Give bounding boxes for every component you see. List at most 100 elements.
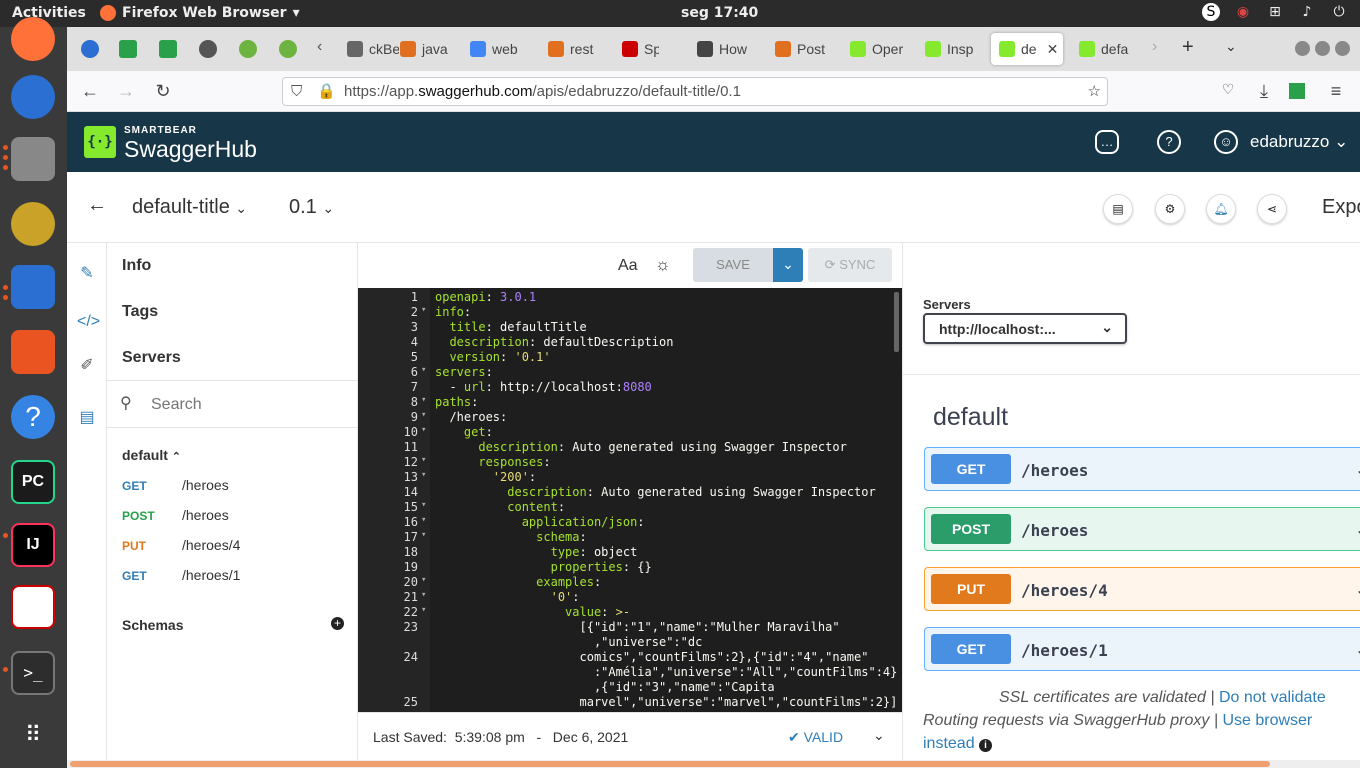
code-line[interactable]: paths:	[435, 395, 478, 409]
minimize-icon[interactable]	[1295, 41, 1310, 56]
fold-toggle-icon[interactable]: ▾	[421, 455, 426, 465]
code-line[interactable]: info:	[435, 305, 471, 319]
nav-op-method[interactable]: PUT	[122, 539, 146, 553]
code-line[interactable]: - url: http://localhost:8080	[435, 380, 651, 394]
instead-link[interactable]: instead	[923, 735, 975, 752]
tab-7[interactable]: Oper	[842, 33, 907, 65]
nav-op-method[interactable]: GET	[122, 479, 147, 493]
pycharm-icon[interactable]: PC	[11, 460, 55, 504]
indicator-icon[interactable]: ◉	[1234, 3, 1252, 21]
code-line[interactable]: responses:	[435, 455, 550, 469]
code-line[interactable]: /heroes:	[435, 410, 507, 424]
pinned-tab-1[interactable]	[81, 40, 99, 58]
export-button[interactable]: Expo	[1322, 196, 1360, 219]
nav-op-path[interactable]: /heroes/1	[182, 567, 240, 583]
code-icon[interactable]: </>	[77, 313, 100, 331]
help-icon[interactable]: ?	[1157, 130, 1181, 154]
fold-toggle-icon[interactable]: ▾	[421, 515, 426, 525]
fold-toggle-icon[interactable]: ▾	[421, 410, 426, 420]
nav-op-path[interactable]: /heroes	[182, 477, 229, 493]
scroll-thumb[interactable]	[70, 761, 1270, 767]
terminal-icon[interactable]: >_	[11, 651, 55, 695]
tab-10[interactable]: defa	[1071, 33, 1136, 65]
code-line[interactable]: openapi: 3.0.1	[435, 290, 536, 304]
code-line[interactable]: content:	[435, 500, 565, 514]
url-input[interactable]: ⛉ 🔒 https://app.swaggerhub.com/apis/edab…	[282, 77, 1108, 106]
pinned-tab-6[interactable]	[279, 40, 297, 58]
chat-icon[interactable]: …	[1095, 130, 1119, 154]
logo-title[interactable]: SwaggerHub	[124, 136, 257, 163]
editor-scrollbar[interactable]	[894, 292, 899, 352]
code-line[interactable]: title: defaultTitle	[435, 320, 586, 334]
operation-block[interactable]: GET/heroes ⌄	[924, 447, 1360, 491]
nav-op-path[interactable]: /heroes	[182, 507, 229, 523]
firefox-launcher-icon[interactable]	[11, 17, 55, 61]
code-line[interactable]: description: Auto generated using Swagge…	[435, 440, 846, 454]
maximize-icon[interactable]	[1315, 41, 1330, 56]
tab-2[interactable]: web	[462, 33, 527, 65]
fold-toggle-icon[interactable]: ▾	[421, 605, 426, 615]
tab-0[interactable]: ckBe	[339, 33, 399, 65]
font-size-button[interactable]: Aa	[618, 257, 638, 275]
lock-icon[interactable]: 🔒	[317, 78, 336, 105]
menu-icon[interactable]: ≡	[1325, 81, 1347, 102]
code-line[interactable]: value: >-	[435, 605, 630, 619]
nav-tags[interactable]: Tags	[122, 303, 158, 321]
code-line[interactable]: version: '0.1'	[435, 350, 550, 364]
gear-icon[interactable]: ⚙	[1155, 194, 1185, 224]
docs-icon[interactable]: ▤	[77, 407, 97, 427]
bookmark-star-icon[interactable]: ☆	[1088, 78, 1101, 105]
code-line[interactable]: '200':	[435, 470, 536, 484]
code-line[interactable]: :"Amélia","universe":"All","countFilms":…	[435, 665, 897, 679]
power-icon[interactable]: ⏻	[1330, 3, 1348, 21]
pocket-icon[interactable]: ♡	[1217, 81, 1239, 98]
pinned-tab-3[interactable]	[159, 40, 177, 58]
code-line[interactable]: servers:	[435, 365, 493, 379]
nav-op-method[interactable]: POST	[122, 509, 155, 523]
fold-toggle-icon[interactable]: ▾	[421, 425, 426, 435]
reload-icon[interactable]: ↻	[152, 81, 174, 102]
document-icon[interactable]: ▤	[1103, 194, 1133, 224]
code-line[interactable]: comics","countFilms":2},{"id":"4","name"	[435, 650, 868, 664]
fold-toggle-icon[interactable]: ▾	[421, 575, 426, 585]
fold-toggle-icon[interactable]: ▾	[421, 500, 426, 510]
edit-icon[interactable]: ✐	[77, 355, 97, 375]
info-icon[interactable]: i	[979, 739, 993, 752]
new-tab-icon[interactable]: +	[1182, 36, 1194, 59]
code-line[interactable]: ,"universe":"dc	[435, 635, 702, 649]
code-line[interactable]: description: Auto generated using Swagge…	[435, 485, 875, 499]
network-icon[interactable]: ⊞	[1266, 3, 1284, 21]
code-line[interactable]: ,{"id":"3","name":"Capita	[435, 680, 775, 694]
add-schema-icon[interactable]: +	[331, 617, 344, 630]
clock[interactable]: seg 17:40	[681, 5, 758, 21]
list-tabs-icon[interactable]: ⌄	[1225, 38, 1237, 55]
nav-schemas[interactable]: Schemas	[122, 617, 183, 633]
save-button[interactable]: SAVE	[693, 248, 773, 282]
tab-4[interactable]: Sp	[614, 33, 659, 65]
tab-8[interactable]: Insp	[917, 33, 982, 65]
operation-block[interactable]: PUT/heroes/4 ⌄	[924, 567, 1360, 611]
thunderbird-icon[interactable]	[11, 75, 55, 119]
tab-9[interactable]: de ✕	[991, 33, 1063, 65]
save-options-chevron-icon[interactable]: ⌄	[773, 248, 803, 282]
fold-toggle-icon[interactable]: ▾	[421, 530, 426, 540]
fold-toggle-icon[interactable]: ▾	[421, 590, 426, 600]
fold-toggle-icon[interactable]: ▾	[421, 470, 426, 480]
writer-icon[interactable]	[11, 265, 55, 309]
tab-3[interactable]: rest	[540, 33, 600, 65]
extension-icon[interactable]	[1289, 83, 1305, 99]
chevron-down-icon[interactable]: ⌄	[873, 727, 885, 744]
code-line[interactable]: get:	[435, 425, 493, 439]
close-tab-icon[interactable]: ✕	[1047, 41, 1059, 58]
operation-block[interactable]: GET/heroes/1 ⌄	[924, 627, 1360, 671]
code-line[interactable]: marvel","universe":"marvel","countFilms"…	[435, 695, 897, 709]
github-icon[interactable]	[199, 40, 217, 58]
code-line[interactable]: examples:	[435, 575, 601, 589]
code-line[interactable]: properties: {}	[435, 560, 652, 574]
share-icon[interactable]: ⋖	[1257, 194, 1287, 224]
section-title[interactable]: default	[933, 403, 1008, 432]
bell-icon[interactable]: 🔔︎	[1206, 194, 1236, 224]
rhythmbox-icon[interactable]	[11, 202, 55, 246]
code-editor[interactable]: 1 openapi: 3.0.1 2 ▾ info: 3 title: defaultTi…	[358, 288, 902, 712]
operation-block[interactable]: POST/heroes ⌄	[924, 507, 1360, 551]
